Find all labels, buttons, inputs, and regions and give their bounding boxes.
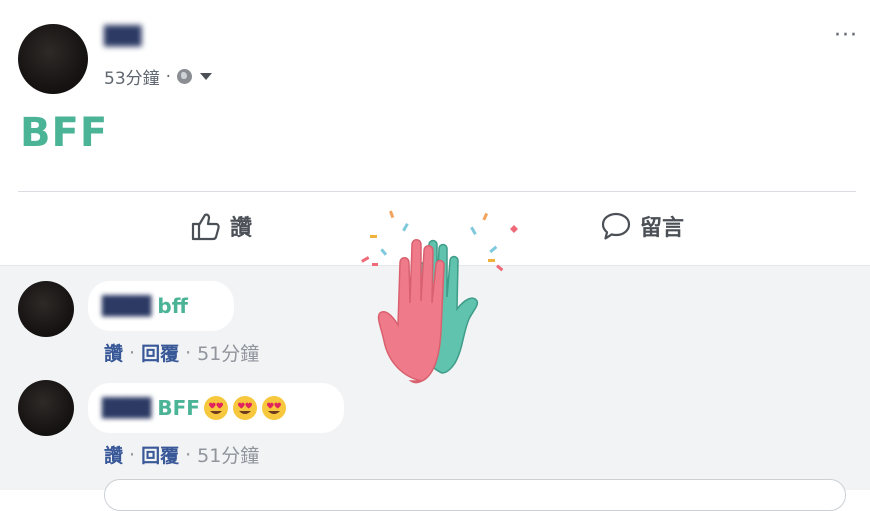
- comment-reply-link[interactable]: 回覆: [141, 441, 179, 468]
- comment-bubble: ████ BFF: [88, 383, 344, 433]
- globe-icon[interactable]: [177, 69, 193, 84]
- caret-down-icon[interactable]: [200, 73, 213, 80]
- comment-like-link[interactable]: 讚: [104, 441, 123, 468]
- commenter-name[interactable]: ████: [102, 296, 151, 317]
- speech-bubble-icon: [601, 212, 631, 240]
- comment-time[interactable]: 51分鐘: [197, 339, 259, 366]
- comment-time[interactable]: 51分鐘: [197, 441, 259, 468]
- comment-actions: 讚 · 回覆 · 51分鐘: [104, 339, 259, 366]
- thumbs-up-icon: [191, 213, 220, 241]
- author-name[interactable]: ███: [104, 26, 184, 48]
- comment-label: 留言: [640, 216, 685, 241]
- comment-like-link[interactable]: 讚: [104, 339, 123, 366]
- write-comment-input[interactable]: [104, 479, 846, 511]
- post-meta: 53分鐘 ·: [104, 64, 213, 89]
- comment-text: bff: [157, 294, 188, 318]
- divider: [18, 191, 856, 192]
- like-label: 讚: [230, 216, 253, 241]
- comment-reply-link[interactable]: 回覆: [141, 339, 179, 366]
- author-avatar[interactable]: [18, 24, 88, 94]
- commenter-avatar[interactable]: [18, 380, 74, 436]
- heart-eyes-emoji: [261, 396, 286, 420]
- commenter-avatar[interactable]: [18, 281, 74, 337]
- more-options-button[interactable]: ···: [834, 25, 858, 47]
- like-button[interactable]: 讚: [190, 210, 252, 242]
- comment-separator: ·: [129, 341, 136, 364]
- commenter-name[interactable]: ████: [102, 398, 151, 419]
- heart-eyes-emoji: [232, 396, 257, 420]
- comment-separator: ·: [185, 443, 192, 466]
- high-five-reaction: [361, 210, 518, 384]
- comment-separator: ·: [185, 341, 192, 364]
- heart-eyes-emoji: [203, 396, 228, 420]
- comment-actions: 讚 · 回覆 · 51分鐘: [104, 441, 259, 468]
- meta-separator: ·: [165, 66, 172, 87]
- comment-bubble: ████ bff: [88, 281, 234, 331]
- comment-text: BFF: [157, 396, 200, 420]
- post-time[interactable]: 53分鐘: [104, 64, 160, 89]
- comment-button[interactable]: 留言: [600, 210, 684, 242]
- post-text: BFF: [20, 110, 109, 156]
- comment-separator: ·: [129, 443, 136, 466]
